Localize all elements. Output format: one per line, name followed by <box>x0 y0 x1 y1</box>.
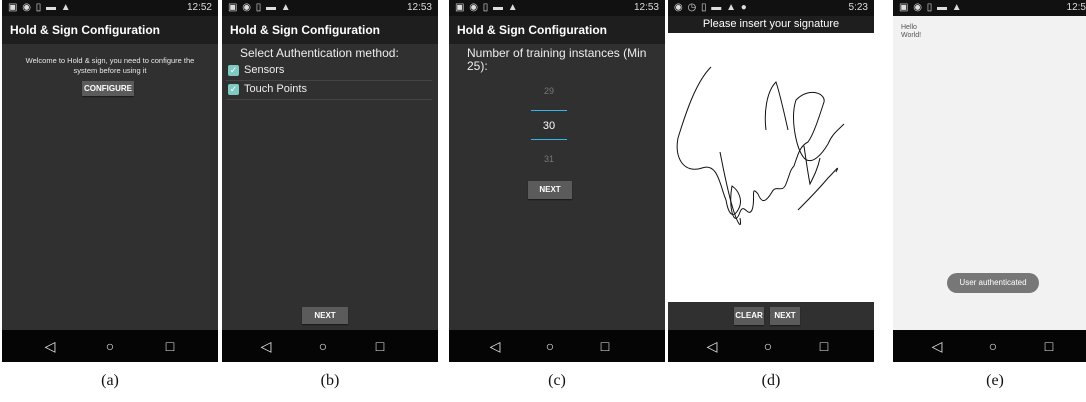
notification-icons: ▣ ◉ ▯ ▬ ▲ <box>228 2 292 13</box>
screen-auth-method: ▣ ◉ ▯ ▬ ▲ 12:53 Hold & Sign Configuratio… <box>222 0 438 362</box>
back-icon[interactable]: ◁ <box>702 336 722 356</box>
home-icon[interactable]: ○ <box>100 336 120 356</box>
training-heading: Number of training instances (Min 25): <box>467 46 647 73</box>
notification-icons: ▣ ◉ ▯ ▬ ▲ <box>455 2 519 13</box>
status-time: 12:5 <box>1066 2 1086 13</box>
screen-configure: ▣ ◉ ▯ ▬ ▲ 12:52 Hold & Sign Configuratio… <box>2 0 218 362</box>
notification-icons: ▣ ◉ ▯ ▬ ▲ <box>899 2 963 13</box>
hello-text: Hello World! <box>901 24 922 39</box>
caption-a: (a) <box>101 372 119 389</box>
picker-next-value[interactable]: 31 <box>519 154 579 164</box>
signature-canvas[interactable] <box>668 34 874 302</box>
app-title: Hold & Sign Configuration <box>2 16 218 44</box>
picker-previous-value[interactable]: 29 <box>519 86 579 96</box>
app-title: Hold & Sign Configuration <box>449 16 665 44</box>
status-time: 12:53 <box>633 2 659 13</box>
number-picker[interactable]: 29 30 31 <box>519 80 579 170</box>
screen-signature: ◉ ◷ ▯ ▬ ▲ ● 5:23 Please insert your sign… <box>668 0 874 362</box>
caption-d: (d) <box>761 372 781 389</box>
recents-icon[interactable]: □ <box>595 336 615 356</box>
option-label: Sensors <box>244 64 285 76</box>
signature-heading: Please insert your signature <box>668 16 874 33</box>
status-bar: ◉ ◷ ▯ ▬ ▲ ● 5:23 <box>668 0 874 16</box>
configure-button[interactable]: CONFIGURE <box>82 81 134 96</box>
home-icon[interactable]: ○ <box>983 336 1003 356</box>
notification-icons: ▣ ◉ ▯ ▬ ▲ <box>8 2 72 13</box>
sensors-option[interactable]: ✓ Sensors <box>226 62 432 81</box>
toast-message: User authenticated <box>947 273 1039 293</box>
recents-icon[interactable]: □ <box>370 336 390 356</box>
nav-bar: ◁ ○ □ <box>893 330 1086 362</box>
status-bar: ▣ ◉ ▯ ▬ ▲ 12:5 <box>893 0 1086 16</box>
signature-strokes <box>676 66 845 226</box>
app-title: Hold & Sign Configuration <box>222 16 438 44</box>
auth-heading: Select Authentication method: <box>240 46 399 60</box>
picker-divider-top <box>531 110 567 111</box>
status-bar: ▣ ◉ ▯ ▬ ▲ 12:53 <box>222 0 438 16</box>
home-icon[interactable]: ○ <box>758 336 778 356</box>
checkbox-checked-icon[interactable]: ✓ <box>228 65 239 76</box>
touch-points-option[interactable]: ✓ Touch Points <box>226 81 432 100</box>
home-icon[interactable]: ○ <box>313 336 333 356</box>
status-bar: ▣ ◉ ▯ ▬ ▲ 12:52 <box>2 0 218 16</box>
next-button[interactable]: NEXT <box>770 307 800 325</box>
back-icon[interactable]: ◁ <box>256 336 276 356</box>
picker-selected-value[interactable]: 30 <box>519 120 579 132</box>
nav-bar: ◁ ○ □ <box>222 330 438 362</box>
next-button[interactable]: NEXT <box>302 307 348 324</box>
recents-icon[interactable]: □ <box>814 336 834 356</box>
screen-training-instances: ▣ ◉ ▯ ▬ ▲ 12:53 Hold & Sign Configuratio… <box>449 0 665 362</box>
caption-c: (c) <box>548 372 566 389</box>
notification-icons: ◉ ◷ ▯ ▬ ▲ ● <box>674 2 748 13</box>
screen-authenticated: ▣ ◉ ▯ ▬ ▲ 12:5 Hello World! User authent… <box>893 0 1086 362</box>
status-time: 12:53 <box>406 2 432 13</box>
back-icon[interactable]: ◁ <box>485 336 505 356</box>
back-icon[interactable]: ◁ <box>927 336 947 356</box>
recents-icon[interactable]: □ <box>160 336 180 356</box>
recents-icon[interactable]: □ <box>1039 336 1059 356</box>
clear-button[interactable]: CLEAR <box>734 307 764 325</box>
next-button[interactable]: NEXT <box>528 181 572 199</box>
status-bar: ▣ ◉ ▯ ▬ ▲ 12:53 <box>449 0 665 16</box>
option-label: Touch Points <box>244 83 307 95</box>
caption-b: (b) <box>320 372 340 389</box>
status-time: 5:23 <box>848 2 868 13</box>
welcome-message: Welcome to Hold & sign, you need to conf… <box>25 56 195 75</box>
back-icon[interactable]: ◁ <box>40 336 60 356</box>
nav-bar: ◁ ○ □ <box>449 330 665 362</box>
nav-bar: ◁ ○ □ <box>668 330 874 362</box>
status-time: 12:52 <box>186 2 212 13</box>
picker-divider-bottom <box>531 139 567 140</box>
signature-button-bar: CLEAR NEXT <box>668 302 874 330</box>
caption-e: (e) <box>986 372 1004 389</box>
nav-bar: ◁ ○ □ <box>2 330 218 362</box>
checkbox-checked-icon[interactable]: ✓ <box>228 84 239 95</box>
home-icon[interactable]: ○ <box>540 336 560 356</box>
